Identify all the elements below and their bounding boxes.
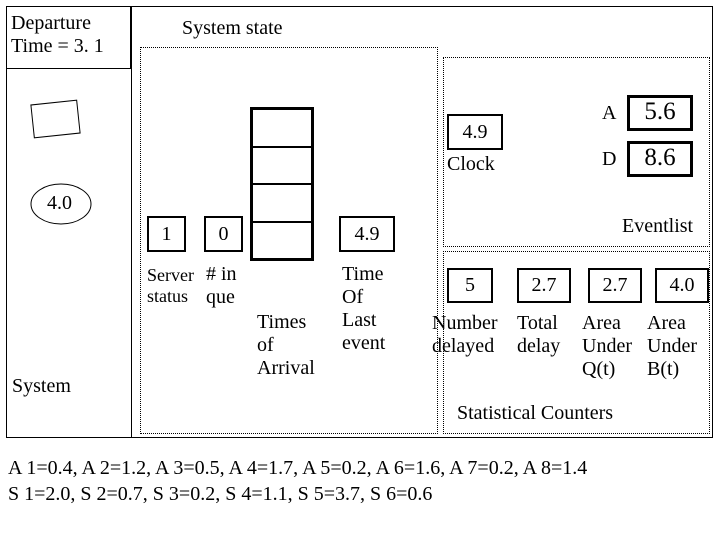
server-status-value: 1 [147,216,186,252]
eventlist-label: Eventlist [622,215,693,238]
number-delayed-value: 5 [447,268,493,303]
times-of-arrival-label: Times of Arrival [257,311,315,380]
footer-text: A 1=0.4, A 2=1.2, A 3=0.5, A 4=1.7, A 5=… [8,455,708,507]
A-value: 5.6 [627,95,693,131]
left-divider [131,7,132,437]
last-event-value: 4.9 [339,216,395,252]
statistical-counters-label: Statistical Counters [457,402,613,425]
server-status-label: Server status [147,265,194,307]
D-label: D [602,148,616,171]
in-que-label: # in que [206,263,237,309]
footer-line-1: A 1=0.4, A 2=1.2, A 3=0.5, A 4=1.7, A 5=… [8,455,708,481]
in-que-value: 0 [204,216,243,252]
D-value: 8.6 [627,141,693,177]
last-event-label: Time Of Last event [342,263,385,355]
area-q-label: Area Under Q(t) [582,312,632,381]
total-delay-value: 2.7 [517,268,571,303]
system-label: System [12,375,71,398]
total-delay-label: Total delay [517,312,560,358]
main-frame: Departure Time = 3. 1 System 4.0 System … [6,6,713,438]
departure-box: Departure Time = 3. 1 [6,6,131,69]
small-decorative-box [30,100,80,139]
circle-value: 4.0 [47,192,72,215]
area-b-value: 4.0 [655,268,709,303]
arrival-queue-box [250,107,314,261]
footer-line-2: S 1=2.0, S 2=0.7, S 3=0.2, S 4=1.1, S 5=… [8,481,708,507]
area-b-label: Area Under B(t) [647,312,697,381]
system-state-label: System state [182,17,283,40]
number-delayed-label: Number delayed [432,312,498,358]
A-label: A [602,102,616,125]
area-q-value: 2.7 [588,268,642,303]
